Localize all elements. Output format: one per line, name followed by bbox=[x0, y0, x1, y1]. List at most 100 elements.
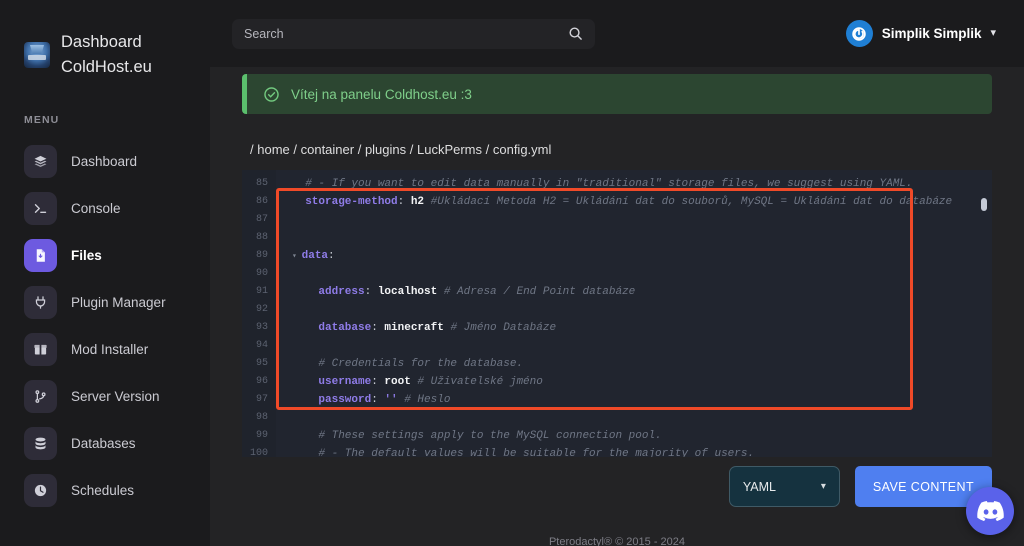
code-token-k: database bbox=[318, 322, 372, 334]
breadcrumb-item[interactable]: LuckPerms bbox=[417, 142, 482, 157]
line-number: 99 bbox=[255, 430, 268, 441]
line-number: 94 bbox=[255, 340, 268, 351]
search-box[interactable] bbox=[232, 18, 595, 49]
code-line[interactable]: password: '' # Heslo bbox=[276, 391, 992, 409]
status-banner-text: Vítej na panelu Coldhost.eu :3 bbox=[291, 86, 472, 102]
line-number: 100 bbox=[249, 448, 268, 457]
clock-icon bbox=[24, 474, 57, 507]
user-name: Simplik Simplik bbox=[881, 26, 982, 41]
code-line[interactable]: storage-method: h2 #Ukládací Metoda H2 =… bbox=[276, 193, 992, 211]
chevron-down-icon[interactable]: ▾ bbox=[990, 28, 996, 39]
breadcrumb-item[interactable]: plugins bbox=[365, 142, 406, 157]
search-input[interactable] bbox=[244, 26, 568, 41]
code-token-p: : bbox=[328, 250, 335, 262]
sidebar-item-dashboard[interactable]: Dashboard bbox=[0, 138, 210, 185]
line-number: 96 bbox=[255, 376, 268, 387]
sidebar-item-server-version[interactable]: Server Version bbox=[0, 373, 210, 420]
sidebar-item-label: Databases bbox=[71, 436, 136, 451]
user-avatar-icon bbox=[845, 20, 873, 47]
file-editor[interactable]: 85 86 87 88 89 90 91 92 93 94 95 96 97 98 99 100 # - If… bbox=[242, 170, 992, 457]
sidebar-nav: Dashboard Console Files Plugin Manager Mod I… bbox=[0, 138, 210, 514]
code-line[interactable]: username: root # Uživatelské jméno bbox=[276, 373, 992, 391]
code-token-k: address bbox=[318, 286, 365, 298]
code-token-p bbox=[292, 376, 318, 388]
plug-icon bbox=[24, 286, 57, 319]
code-token-k: password bbox=[318, 394, 372, 406]
chevron-down-icon[interactable]: ▾ bbox=[821, 481, 826, 492]
breadcrumb-item[interactable]: config.yml bbox=[493, 142, 552, 157]
line-number: 89 bbox=[255, 250, 268, 261]
code-token-p: : bbox=[371, 376, 385, 388]
menu-section-label: MENU bbox=[24, 114, 60, 126]
code-line[interactable]: address: localhost # Adresa / End Point … bbox=[276, 283, 992, 301]
language-select-value: YAML bbox=[742, 479, 777, 494]
code-token-v: localhost bbox=[377, 286, 438, 298]
code-line[interactable] bbox=[276, 409, 992, 427]
code-line[interactable] bbox=[276, 229, 992, 247]
page-content: Vítej na panelu Coldhost.eu :3 / home / … bbox=[210, 74, 1024, 457]
editor-code[interactable]: # - If you want to edit data manually in… bbox=[276, 170, 992, 457]
line-number: 86 bbox=[255, 196, 268, 207]
code-line[interactable] bbox=[276, 211, 992, 229]
code-token-c: # - The default values will be suitable … bbox=[292, 448, 755, 457]
sidebar-item-schedules[interactable]: Schedules bbox=[0, 467, 210, 514]
line-number: 91 bbox=[255, 286, 268, 297]
discord-chat-button[interactable] bbox=[966, 487, 1014, 535]
user-menu[interactable]: Simplik Simplik ▾ bbox=[845, 20, 1002, 47]
code-token-p bbox=[292, 394, 318, 406]
brand[interactable]: Dashboard ColdHost.eu bbox=[0, 30, 210, 80]
status-banner: Vítej na panelu Coldhost.eu :3 bbox=[242, 74, 992, 114]
code-line[interactable]: # - If you want to edit data manually in… bbox=[276, 175, 992, 193]
code-line[interactable]: # Credentials for the database. bbox=[276, 355, 992, 373]
line-number: 92 bbox=[255, 304, 268, 315]
sidebar-item-files[interactable]: Files bbox=[0, 232, 210, 279]
code-token-p: : bbox=[371, 394, 385, 406]
code-line[interactable]: # - The default values will be suitable … bbox=[276, 445, 992, 457]
editor-scrollbar-thumb[interactable] bbox=[981, 198, 987, 211]
sidebar-item-console[interactable]: Console bbox=[0, 185, 210, 232]
code-token-c: # Uživatelské jméno bbox=[410, 376, 543, 388]
code-token-k: '' bbox=[384, 394, 398, 406]
sidebar-item-databases[interactable]: Databases bbox=[0, 420, 210, 467]
sidebar: Dashboard ColdHost.eu MENU Dashboard Cons… bbox=[0, 0, 210, 546]
code-line[interactable]: # These settings apply to the MySQL conn… bbox=[276, 427, 992, 445]
box-icon bbox=[24, 333, 57, 366]
sidebar-item-label: Console bbox=[71, 201, 121, 216]
line-number: 93 bbox=[255, 322, 268, 333]
breadcrumb-separator: / bbox=[250, 142, 258, 157]
layers-icon bbox=[24, 145, 57, 178]
breadcrumb-separator: / bbox=[482, 142, 493, 157]
sidebar-item-label: Server Version bbox=[71, 389, 160, 404]
discord-icon bbox=[976, 501, 1004, 521]
editor-body: 85 86 87 88 89 90 91 92 93 94 95 96 97 98 99 100 # - If… bbox=[242, 170, 992, 457]
code-token-v: root bbox=[384, 376, 411, 388]
breadcrumb-item[interactable]: home bbox=[257, 142, 290, 157]
code-token-p bbox=[292, 286, 318, 298]
language-select[interactable]: YAML ▾ bbox=[728, 466, 840, 507]
code-token-k: storage-method bbox=[305, 196, 398, 208]
sidebar-item-label: Mod Installer bbox=[71, 342, 149, 357]
code-token-p: : bbox=[397, 196, 411, 208]
code-token-v: h2 bbox=[410, 196, 425, 208]
code-line[interactable] bbox=[276, 265, 992, 283]
file-icon bbox=[24, 239, 57, 272]
code-token-c: # Credentials for the database. bbox=[292, 358, 524, 370]
code-token-c: # Jméno Databáze bbox=[443, 322, 557, 334]
main-area: Simplik Simplik ▾ Vítej na panelu Coldho… bbox=[210, 0, 1024, 546]
sidebar-item-plugin-manager[interactable]: Plugin Manager bbox=[0, 279, 210, 326]
code-line[interactable]: database: minecraft # Jméno Databáze bbox=[276, 319, 992, 337]
check-circle-icon bbox=[263, 86, 280, 103]
sidebar-item-mod-installer[interactable]: Mod Installer bbox=[0, 326, 210, 373]
breadcrumb-item[interactable]: container bbox=[301, 142, 354, 157]
search-icon[interactable] bbox=[568, 26, 583, 41]
line-number: 90 bbox=[255, 268, 268, 279]
code-line[interactable]: ▾ data: bbox=[276, 247, 992, 265]
code-token-c: # These settings apply to the MySQL conn… bbox=[292, 430, 662, 442]
code-line[interactable] bbox=[276, 337, 992, 355]
sidebar-item-label: Plugin Manager bbox=[71, 295, 166, 310]
code-line[interactable] bbox=[276, 301, 992, 319]
line-number: 88 bbox=[255, 232, 268, 243]
terminal-icon bbox=[24, 192, 57, 225]
code-token-v: minecraft bbox=[384, 322, 444, 334]
code-token-p: : bbox=[371, 322, 385, 334]
